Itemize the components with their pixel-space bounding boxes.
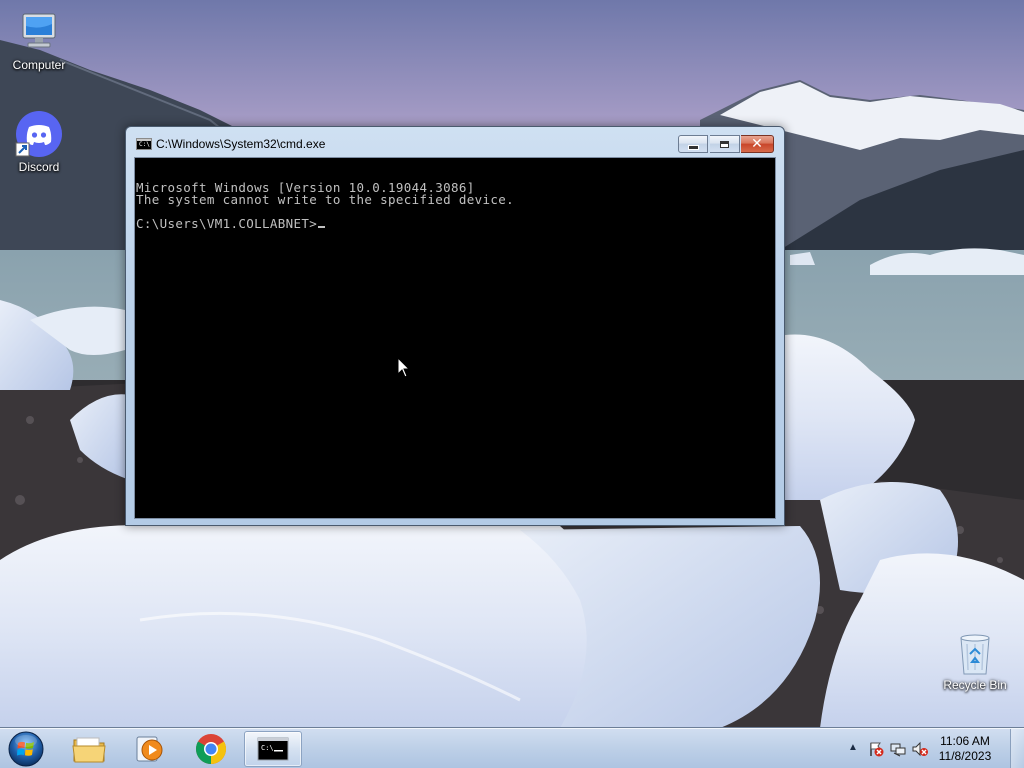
taskbar-command-prompt[interactable]: C:\	[244, 731, 302, 767]
window-title: C:\Windows\System32\cmd.exe	[156, 137, 326, 151]
minimize-button[interactable]	[678, 135, 708, 153]
system-tray: ▲ 11:06 AM 11/8/2023	[834, 729, 1024, 768]
action-center-flag-icon[interactable]	[868, 741, 884, 757]
desktop-icon-recycle-bin[interactable]: Recycle Bin	[937, 632, 1013, 692]
console-prompt-line: C:\Users\VM1.COLLABNET>	[136, 216, 775, 231]
close-button[interactable]: ✕	[741, 135, 774, 153]
cmd-icon: C:\	[136, 138, 152, 150]
desktop-icon-label: Discord	[18, 160, 60, 174]
close-icon: ✕	[751, 136, 763, 152]
clock[interactable]: 11:06 AM 11/8/2023	[930, 734, 1000, 764]
show-hidden-arrow-icon[interactable]: ▲	[848, 742, 858, 753]
clock-time: 11:06 AM	[940, 734, 990, 748]
volume-muted-icon[interactable]	[912, 741, 928, 757]
taskbar-chrome[interactable]	[182, 731, 240, 767]
computer-icon	[22, 13, 56, 48]
taskbar-file-explorer[interactable]	[60, 731, 118, 767]
network-icon[interactable]	[890, 741, 906, 757]
start-button[interactable]	[2, 729, 50, 768]
chrome-icon	[195, 734, 227, 764]
desktop-icon-label: Recycle Bin	[943, 678, 1007, 692]
maximize-icon	[720, 140, 729, 148]
cmd-window[interactable]: C:\ C:\Windows\System32\cmd.exe ✕ Micros…	[125, 126, 785, 526]
taskbar: C:\ ▲ 11:06 AM 11/8/2023	[0, 728, 1024, 768]
taskbar-media-player[interactable]	[120, 731, 178, 767]
console-line: The system cannot write to the specified…	[136, 192, 515, 207]
desktop-icon-discord[interactable]: Discord	[1, 110, 77, 174]
recycle-bin-icon	[960, 634, 990, 675]
minimize-icon	[687, 144, 699, 150]
clock-date: 11/8/2023	[938, 749, 992, 763]
show-desktop-button[interactable]	[1010, 729, 1024, 768]
maximize-button[interactable]	[710, 135, 740, 153]
text-cursor	[318, 226, 326, 228]
cmd-icon: C:\	[257, 737, 289, 761]
console-prompt: C:\Users\VM1.COLLABNET>	[136, 216, 318, 231]
media-player-icon	[136, 736, 163, 762]
folder-icon	[72, 737, 106, 763]
console-output-area[interactable]: Microsoft Windows [Version 10.0.19044.30…	[134, 157, 776, 519]
mouse-pointer-icon	[397, 357, 411, 378]
discord-icon	[15, 111, 62, 157]
svg-text:C:\: C:\	[261, 744, 274, 752]
desktop-icon-label: Computer	[12, 58, 66, 72]
desktop-icon-computer[interactable]: Computer	[1, 8, 77, 72]
windows-start-icon	[8, 731, 44, 767]
window-titlebar[interactable]: C:\ C:\Windows\System32\cmd.exe ✕	[126, 127, 784, 157]
